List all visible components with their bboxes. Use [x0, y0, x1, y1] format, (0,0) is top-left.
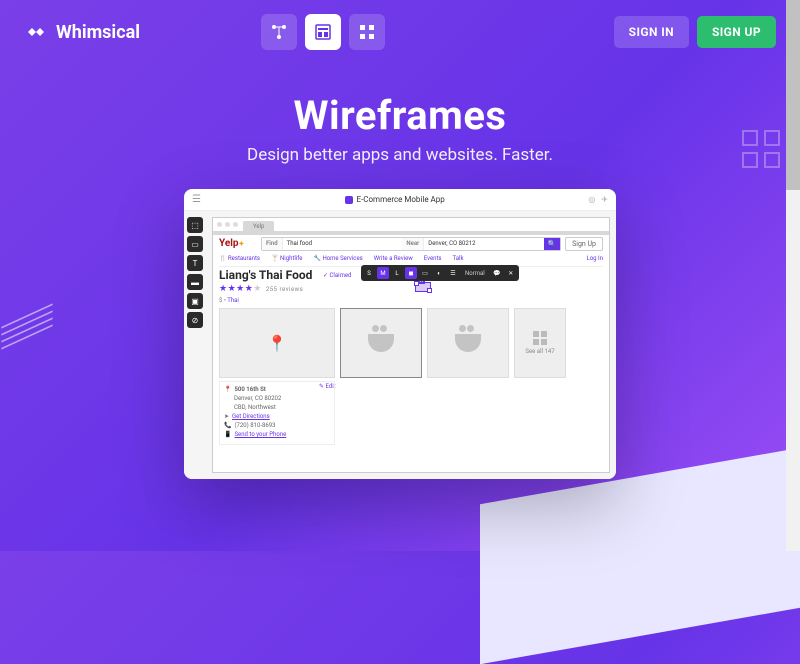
review-count: 255 reviews — [266, 286, 303, 293]
opacity[interactable]: ◐ — [433, 267, 445, 279]
photo-card[interactable] — [427, 308, 509, 378]
search-bar: Find Thai food Near Denver, CO 80212 🔍 — [261, 237, 561, 251]
tab-wireframes[interactable] — [305, 14, 341, 50]
selection-box[interactable] — [415, 282, 431, 292]
product-tabs — [261, 14, 385, 50]
category-link[interactable]: Thai — [227, 297, 239, 304]
doc-type-icon — [345, 196, 353, 204]
menu-home[interactable]: 🔧 Home Services — [314, 255, 363, 262]
logo-text: Whimsical — [56, 22, 140, 43]
signup-link[interactable]: Sign Up — [565, 237, 603, 251]
pin-icon: 📍 — [224, 386, 231, 393]
directions-icon: ➤ — [224, 413, 229, 420]
menu-talk[interactable]: Talk — [453, 255, 464, 262]
style-normal[interactable]: Normal — [461, 267, 489, 279]
login-link[interactable]: Log In — [587, 255, 603, 262]
photo-grid: 📍 See all 147 — [219, 308, 603, 378]
business-name: Liang's Thai Food — [219, 268, 312, 282]
pin-icon: 📍 — [267, 334, 287, 353]
claimed-badge: ✓ Claimed — [323, 272, 351, 279]
phone-number: (720) 810-8693 — [234, 422, 275, 429]
grid-icon — [533, 331, 547, 345]
canvas[interactable]: Yelp Yelp✦ Find Thai food Near Denver, C… — [206, 211, 616, 479]
price-category: $ • Thai — [219, 297, 239, 304]
hero-title: Wireframes — [0, 92, 800, 139]
editor-body: ⬚ ▭ T ▬ ▣ ⊘ Yelp Yelp✦ Find Thai food Ne… — [184, 211, 616, 479]
address-line1: 500 16th St — [234, 386, 265, 393]
find-input[interactable]: Thai food — [283, 238, 403, 250]
see-all-card[interactable]: See all 147 — [514, 308, 566, 378]
signin-button[interactable]: SIGN IN — [614, 16, 689, 48]
menu-icon[interactable]: ☰ — [192, 194, 201, 205]
site-brand[interactable]: Yelp✦ — [219, 238, 244, 249]
editor-preview: ☰ E-Commerce Mobile App ◎ ✈ ⬚ ▭ T ▬ ▣ ⊘ … — [184, 189, 616, 479]
photo-card-selected[interactable] — [340, 308, 422, 378]
size-s[interactable]: S — [363, 267, 375, 279]
size-m[interactable]: M — [377, 267, 389, 279]
share-icon[interactable]: ✈ — [601, 195, 608, 204]
tool-image[interactable]: ▣ — [187, 293, 203, 309]
align[interactable]: ☰ — [447, 267, 459, 279]
auth-buttons: SIGN IN SIGN UP — [614, 16, 776, 48]
map-card[interactable]: 📍 — [219, 308, 335, 378]
tool-rectangle[interactable]: ▭ — [187, 236, 203, 252]
tool-frame[interactable]: ⬚ — [187, 217, 203, 233]
mobile-icon: 📱 — [224, 431, 231, 438]
business-info: 📍500 16th St Denver, CO 80202 CBD, North… — [219, 381, 335, 445]
menu-review[interactable]: Write a Review — [374, 255, 413, 262]
address-line2: Denver, CO 80202 — [234, 395, 281, 402]
bowl-icon — [455, 334, 481, 352]
site-header: Whimsical SIGN IN SIGN UP — [0, 0, 800, 64]
near-input[interactable]: Denver, CO 80212 — [424, 238, 544, 250]
tab-sticky-notes[interactable] — [349, 14, 385, 50]
signup-button[interactable]: SIGN UP — [697, 16, 776, 48]
find-label: Find — [262, 238, 283, 250]
editor-titlebar: ☰ E-Commerce Mobile App ◎ ✈ — [184, 189, 616, 211]
comment-icon[interactable]: 💬 — [491, 267, 503, 279]
editor-title: E-Commerce Mobile App — [345, 195, 445, 204]
background-lines — [6, 310, 48, 343]
left-toolbar: ⬚ ▭ T ▬ ▣ ⊘ — [184, 211, 206, 479]
directions-link[interactable]: Get Directions — [232, 413, 270, 420]
size-l[interactable]: L — [391, 267, 403, 279]
logo[interactable]: Whimsical — [24, 20, 140, 44]
tab-flowcharts[interactable] — [261, 14, 297, 50]
tool-text[interactable]: T — [187, 255, 203, 271]
floating-toolbar: S M L ◼ ▭ ◐ ☰ Normal 💬 ✕ — [361, 265, 519, 281]
tool-link[interactable]: ⊘ — [187, 312, 203, 328]
address-line3: CBD, Northwest — [234, 404, 276, 411]
fill-color[interactable]: ◼ — [405, 267, 417, 279]
logo-icon — [24, 20, 48, 44]
window-controls — [217, 222, 238, 227]
search-button[interactable]: 🔍 — [544, 238, 560, 250]
url-bar — [213, 231, 609, 235]
background-decoration — [480, 448, 800, 664]
editor-actions: ◎ ✈ — [588, 195, 608, 204]
close-icon[interactable]: ✕ — [505, 267, 517, 279]
near-label: Near — [402, 238, 424, 250]
wireframe-window: Yelp Yelp✦ Find Thai food Near Denver, C… — [212, 217, 610, 473]
menu-events[interactable]: Events — [424, 255, 442, 262]
hero-subtitle: Design better apps and websites. Faster. — [0, 145, 800, 165]
tool-button[interactable]: ▬ — [187, 274, 203, 290]
send-phone-link[interactable]: Send to your Phone — [234, 431, 286, 438]
border-style[interactable]: ▭ — [419, 267, 431, 279]
phone-icon: 📞 — [224, 422, 231, 429]
rating-stars: ★★★★★255 reviews — [219, 284, 303, 294]
hero-section: Wireframes Design better apps and websit… — [0, 92, 800, 165]
present-icon[interactable]: ◎ — [588, 195, 595, 204]
menu-nightlife[interactable]: 🍸 Nightlife — [271, 255, 302, 262]
bowl-icon — [368, 334, 394, 352]
menu-restaurants[interactable]: 🍴 Restaurants — [219, 255, 260, 262]
